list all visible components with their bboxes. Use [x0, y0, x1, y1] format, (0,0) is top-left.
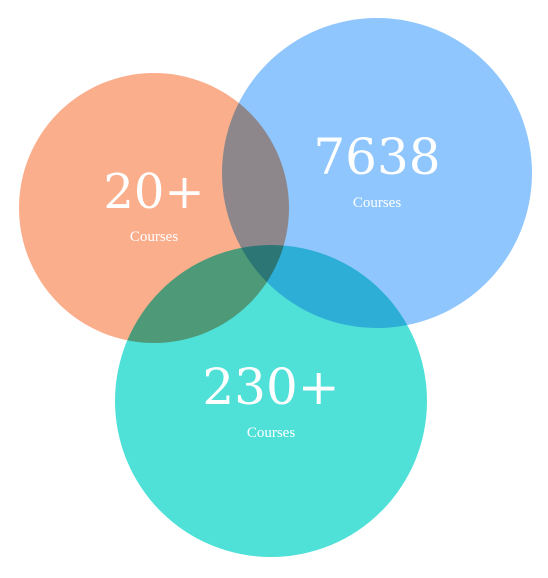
stat-caption: Courses	[246, 425, 296, 441]
stat-label-orange: 20+ Courses	[34, 168, 274, 245]
stat-value: 20+	[103, 164, 205, 220]
stats-venn-diagram: 20+ Courses 7638 Courses 230+ Courses	[0, 0, 548, 578]
stat-caption: Courses	[352, 195, 402, 211]
stat-value: 230+	[202, 358, 340, 416]
stat-label-teal: 230+ Courses	[151, 362, 391, 441]
stat-label-blue: 7638 Courses	[257, 132, 497, 211]
stat-value: 7638	[313, 128, 441, 186]
stat-caption: Courses	[129, 229, 179, 245]
